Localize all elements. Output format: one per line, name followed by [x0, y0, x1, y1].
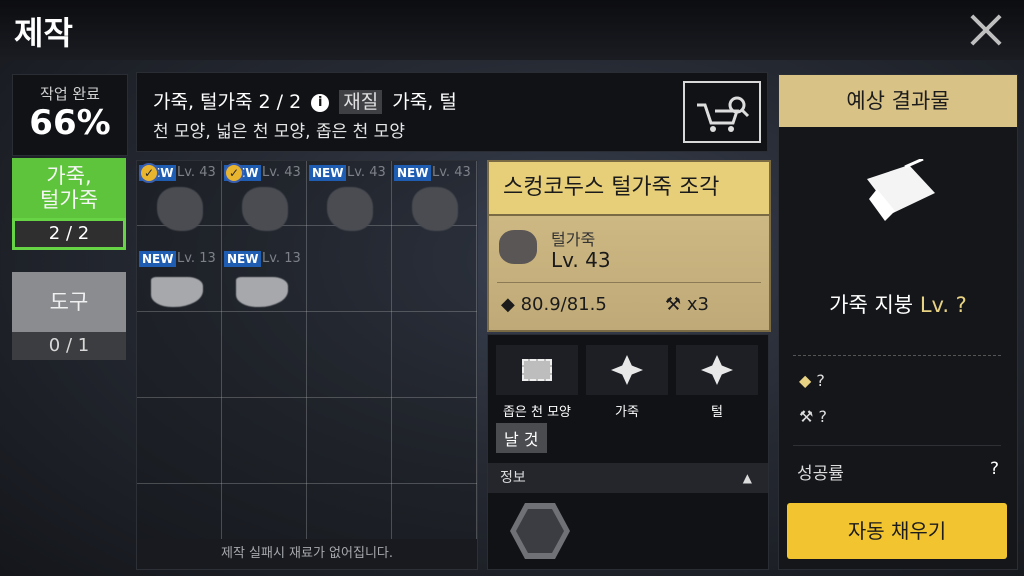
- material-grid: NEW ✓ Lv. 43 NEW ✓ Lv. 43 NEW Lv. 43 NEW…: [136, 160, 478, 570]
- recipe-shapes: 천 모양, 넓은 천 모양, 좁은 천 모양: [153, 122, 405, 142]
- info-section-header[interactable]: 정보 ▲: [488, 463, 768, 493]
- category-leather[interactable]: 가죽, 털가죽 2 / 2: [12, 158, 126, 250]
- fur-icon: [701, 355, 733, 385]
- item-level: Lv. 43: [432, 165, 471, 180]
- raw-blade-tag: 날 것: [496, 423, 547, 453]
- hammer-icon: ⚒: [665, 294, 682, 315]
- divider: [497, 282, 761, 283]
- item-level: Lv. 13: [262, 251, 301, 266]
- expected-result-title: 예상 결과물: [779, 75, 1017, 127]
- category-leather-label: 가죽, 털가죽: [12, 158, 126, 218]
- required-materials-panel: 좁은 천 모양 가죽 털 날 것 정보 ▲: [487, 334, 769, 570]
- autofill-button[interactable]: 자동 채우기: [787, 503, 1007, 559]
- material-slot[interactable]: [496, 345, 578, 395]
- cube-icon: ◆: [799, 371, 812, 390]
- material-label: 가죽: [615, 405, 639, 420]
- success-rate-label: 성공률: [797, 464, 844, 484]
- expected-result-panel: 예상 결과물 가죽 지붕 Lv. ? ◆ ? ⚒ ? 성공률 ? 자동 채우기: [778, 74, 1018, 570]
- divider: [793, 355, 1001, 356]
- grid-cell[interactable]: NEW ✓ Lv. 43: [222, 161, 307, 247]
- page-title: 제작: [14, 14, 73, 52]
- result-tool-value: ?: [818, 407, 827, 426]
- completion-percent: 66%: [29, 103, 111, 143]
- fur-scrap-icon: [327, 187, 373, 231]
- cube-icon: ◆: [501, 294, 515, 315]
- durability-stat: ◆ 80.9/81.5: [501, 294, 607, 315]
- close-icon[interactable]: [966, 10, 1006, 50]
- new-badge: NEW: [224, 251, 262, 267]
- grid-footer-note: 제작 실패시 재료가 없어집니다.: [137, 539, 477, 569]
- grid-cell[interactable]: NEW Lv. 13: [222, 247, 307, 333]
- material-label: 좁은 천 모양: [502, 405, 572, 420]
- count-stat: ⚒ x3: [665, 294, 709, 315]
- info-section-label: 정보: [500, 470, 526, 486]
- completion-panel: 작업 완료 66%: [12, 74, 128, 156]
- new-badge: NEW: [139, 251, 177, 267]
- item-level: Lv. 43: [262, 165, 301, 180]
- grid-cell[interactable]: NEW Lv. 43: [307, 161, 392, 247]
- fur-scrap-icon: [157, 187, 203, 231]
- result-durability-value: ?: [816, 371, 825, 390]
- item-detail-title: 스컹코두스 털가죽 조각: [489, 162, 769, 216]
- recipe-line1: 가죽, 털가죽 2 / 2 i 재질 가죽, 털: [153, 87, 457, 114]
- check-icon: ✓: [139, 163, 159, 183]
- grid-cell[interactable]: NEW ✓ Lv. 43: [137, 161, 222, 247]
- pelt-icon: [236, 277, 288, 307]
- hammer-icon: ⚒: [799, 407, 814, 426]
- top-bar: 제작: [0, 0, 1024, 60]
- recipe-info-bar: 가죽, 털가죽 2 / 2 i 재질 가죽, 털 천 모양, 넓은 천 모양, …: [136, 72, 768, 152]
- recipe-title: 가죽, 털가죽 2 / 2: [153, 91, 302, 113]
- category-tool-count: 0 / 1: [12, 332, 126, 360]
- item-detail-level: Lv. 43: [551, 248, 611, 272]
- category-tool[interactable]: 도구 0 / 1: [12, 272, 126, 360]
- item-detail-card: 스컹코두스 털가죽 조각 털가죽 Lv. 43 ◆ 80.9/81.5 ⚒ x3: [487, 160, 771, 332]
- result-name: 가죽 지붕 Lv. ?: [779, 289, 1017, 319]
- fur-scrap-icon: [499, 230, 537, 264]
- result-level: Lv. ?: [919, 293, 967, 317]
- leather-roof-icon: [867, 159, 935, 221]
- success-rate-value: ?: [989, 459, 999, 479]
- material-tag: 재질: [339, 90, 383, 114]
- durability-value: 80.9/81.5: [520, 294, 607, 315]
- count-value: x3: [686, 294, 709, 315]
- material-slot[interactable]: [586, 345, 668, 395]
- item-detail-body: 털가죽 Lv. 43 ◆ 80.9/81.5 ⚒ x3: [489, 216, 769, 330]
- fur-scrap-icon: [242, 187, 288, 231]
- recipe-materials: 가죽, 털: [392, 91, 457, 113]
- grid-cell[interactable]: NEW Lv. 43: [392, 161, 477, 247]
- category-tool-label: 도구: [12, 272, 126, 332]
- divider: [793, 445, 1001, 446]
- category-leather-count: 2 / 2: [12, 218, 126, 250]
- grid-cell[interactable]: NEW Lv. 13: [137, 247, 222, 333]
- cloth-icon: [522, 359, 552, 381]
- result-durability: ◆ ?: [799, 371, 825, 390]
- result-tool: ⚒ ?: [799, 407, 827, 426]
- cart-search-icon: [697, 96, 750, 132]
- info-icon[interactable]: i: [311, 94, 330, 112]
- hexagon-slot-icon: [510, 503, 570, 559]
- check-icon: ✓: [224, 163, 244, 183]
- leather-icon: [611, 355, 643, 385]
- shop-search-button[interactable]: [683, 81, 761, 143]
- result-name-text: 가죽 지붕: [829, 293, 914, 317]
- item-type: 털가죽: [551, 230, 596, 249]
- material-slot[interactable]: [676, 345, 758, 395]
- item-level: Lv. 43: [347, 165, 386, 180]
- completion-label: 작업 완료: [40, 85, 100, 103]
- item-level: Lv. 43: [177, 165, 216, 180]
- collapse-arrow-icon[interactable]: ▲: [743, 463, 752, 493]
- item-level: Lv. 13: [177, 251, 216, 266]
- new-badge: NEW: [394, 165, 432, 181]
- new-badge: NEW: [309, 165, 347, 181]
- material-label: 털: [711, 405, 723, 420]
- pelt-icon: [151, 277, 203, 307]
- fur-scrap-icon: [412, 187, 458, 231]
